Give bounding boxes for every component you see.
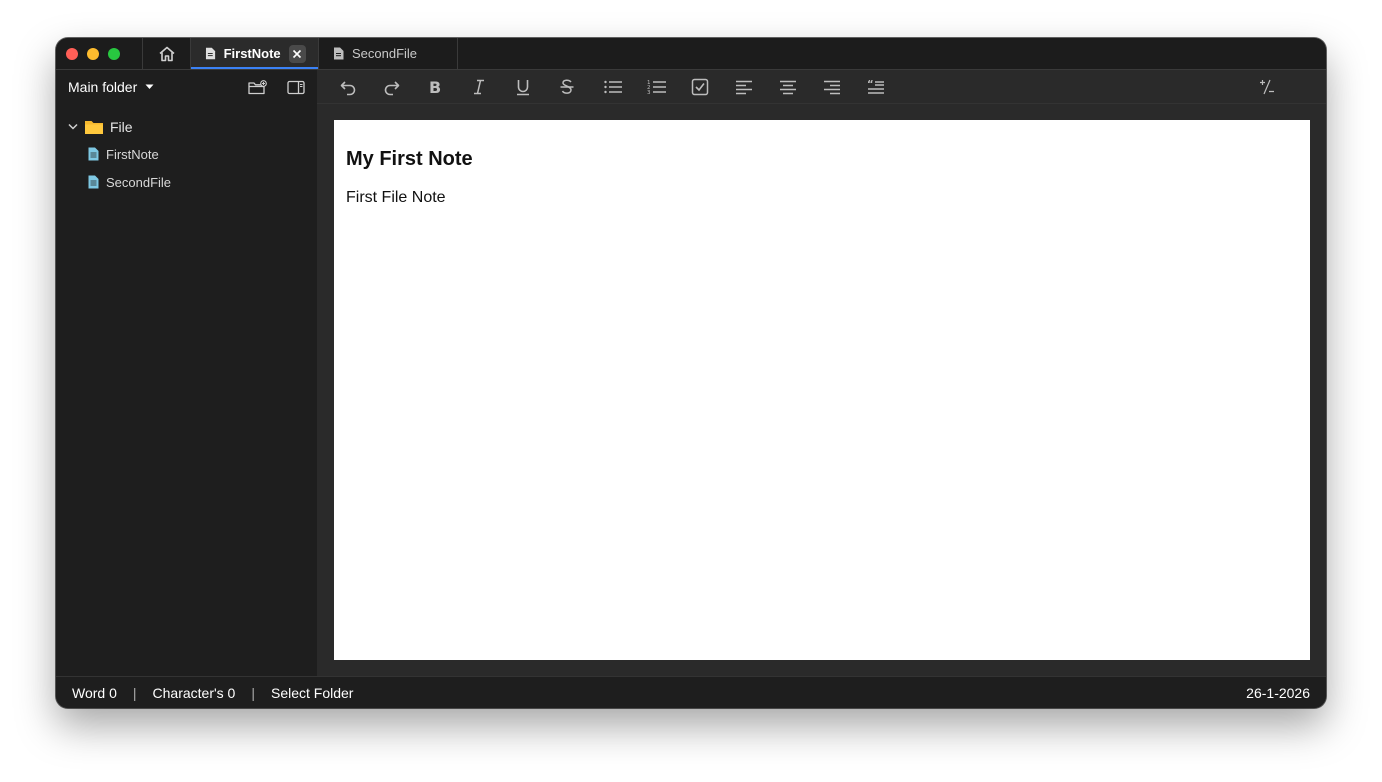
bullet-list-icon [604, 80, 622, 93]
window-close-button[interactable] [66, 47, 78, 60]
status-date: 26-1-2026 [1246, 684, 1310, 701]
undo-icon [340, 80, 356, 95]
underline-button[interactable] [515, 70, 559, 104]
document-icon [88, 147, 99, 161]
align-left-button[interactable] [735, 70, 779, 104]
tree-file-secondfile[interactable]: SecondFile [56, 168, 317, 196]
checkbox-icon [691, 78, 709, 95]
note-body[interactable]: First File Note [346, 189, 1298, 207]
plus-minus-icon [1260, 79, 1274, 94]
bold-icon: B [429, 78, 441, 96]
select-folder-link[interactable]: Select Folder [271, 685, 353, 701]
bullet-list-button[interactable] [603, 70, 647, 104]
numbered-list-button[interactable]: 1 2 3 [647, 70, 691, 104]
tree-folder-label: File [110, 119, 133, 135]
align-right-icon [824, 80, 840, 94]
checklist-button[interactable] [691, 70, 735, 104]
plus-minus-button[interactable] [1258, 70, 1302, 104]
document-icon [334, 47, 344, 60]
tab-bar: FirstNote SecondFile [56, 38, 1326, 70]
bold-button[interactable]: B [427, 70, 471, 104]
tree-file-label: SecondFile [106, 174, 172, 190]
new-folder-icon[interactable] [248, 79, 267, 95]
folder-icon [85, 121, 103, 134]
toggle-panel-icon[interactable] [287, 80, 305, 95]
tree-file-label: FirstNote [106, 146, 159, 162]
window-minimize-button[interactable] [87, 47, 99, 60]
strikethrough-button[interactable] [559, 70, 603, 104]
align-center-icon [780, 80, 796, 94]
undo-button[interactable] [339, 70, 383, 104]
quote-button[interactable]: “ [867, 70, 911, 104]
tab-label: FirstNote [223, 46, 281, 61]
italic-icon [474, 79, 484, 94]
align-center-button[interactable] [779, 70, 823, 104]
editor-area: B 1 2 3 “ My First Note First File Note [317, 70, 1326, 676]
status-separator: | [251, 684, 255, 701]
word-count: Word 0 [72, 684, 117, 701]
underline-icon [517, 79, 529, 95]
align-left-icon [736, 80, 752, 94]
document-icon [205, 47, 216, 60]
note-heading[interactable]: My First Note [346, 148, 1298, 171]
close-tab-button[interactable] [288, 44, 306, 63]
quote-icon: “ [867, 79, 884, 94]
tab-secondfile[interactable]: SecondFile [319, 38, 458, 69]
numbered-list-icon: 1 2 3 [647, 80, 666, 96]
svg-text:3: 3 [647, 90, 651, 96]
file-tree: File FirstNote SecondFile [56, 104, 317, 196]
redo-icon [384, 80, 400, 95]
home-icon [158, 46, 175, 61]
window-controls [56, 38, 142, 69]
status-separator: | [132, 684, 137, 701]
app-window: FirstNote SecondFile Main folder File Fi… [56, 38, 1326, 708]
folder-selector[interactable]: Main folder [68, 79, 137, 95]
sidebar: Main folder File FirstNote SecondFile [56, 70, 317, 676]
window-maximize-button[interactable] [108, 47, 120, 60]
tab-label: SecondFile [352, 46, 418, 61]
editor-document[interactable]: My First Note First File Note [334, 120, 1310, 660]
strikethrough-icon [560, 79, 574, 94]
align-right-button[interactable] [823, 70, 867, 104]
tree-folder-file[interactable]: File [56, 114, 317, 140]
caret-down-icon[interactable] [145, 84, 154, 90]
format-toolbar: B 1 2 3 “ [317, 70, 1326, 104]
sidebar-header: Main folder [56, 70, 317, 104]
character-count: Character's 0 [152, 684, 236, 701]
document-icon [88, 175, 99, 189]
tab-firstnote[interactable]: FirstNote [191, 38, 319, 69]
redo-button[interactable] [383, 70, 427, 104]
svg-text:B: B [429, 78, 441, 96]
close-icon [293, 49, 302, 58]
tree-file-firstnote[interactable]: FirstNote [56, 140, 317, 168]
chevron-down-icon[interactable] [68, 123, 78, 131]
status-bar: Word 0 | Character's 0 | Select Folder 2… [56, 676, 1326, 708]
italic-button[interactable] [471, 70, 515, 104]
home-tab[interactable] [142, 38, 191, 69]
